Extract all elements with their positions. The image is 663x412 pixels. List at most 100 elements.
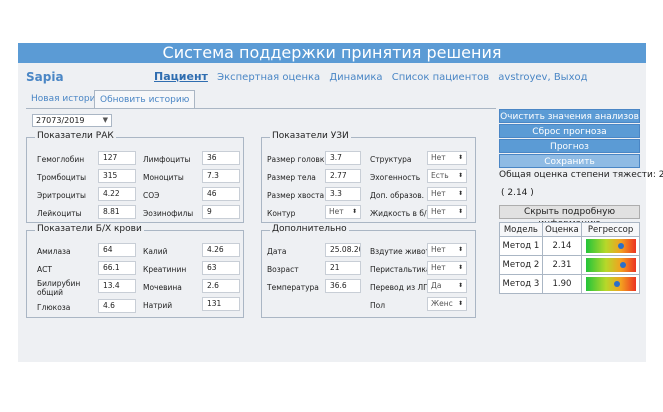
table-header-row: Модель Оценка Регрессор bbox=[499, 222, 640, 237]
sodium-input[interactable]: 131 bbox=[202, 297, 240, 311]
transfer-select[interactable]: Да ⬍ bbox=[427, 279, 467, 293]
peristalsis-select[interactable]: Нет ⬍ bbox=[427, 261, 467, 275]
lymphocytes-label: Лимфоциты bbox=[143, 155, 191, 164]
head-size-label: Размер головки bbox=[267, 155, 330, 164]
row-regressor bbox=[581, 236, 640, 256]
uzi-panel: Показатели УЗИ Размер головки 3.7 Размер… bbox=[261, 131, 476, 223]
reset-forecast-button[interactable]: Сброс прогноза bbox=[499, 124, 640, 138]
urea-input[interactable]: 2.6 bbox=[202, 279, 240, 293]
thrombocytes-input[interactable]: 315 bbox=[98, 169, 136, 183]
age-label: Возраст bbox=[267, 265, 299, 274]
updown-icon: ⬍ bbox=[457, 190, 463, 197]
glucose-label: Глюкоза bbox=[37, 303, 71, 312]
forecast-button[interactable]: Прогноз bbox=[499, 139, 640, 153]
row-model: Метод 1 bbox=[499, 236, 543, 256]
amylase-input[interactable]: 64 bbox=[98, 243, 136, 257]
nav-user-logout[interactable]: avstroyev, Выход bbox=[498, 72, 587, 83]
row-score: 2.14 bbox=[541, 236, 583, 256]
tail-size-label: Размер хвоста bbox=[267, 191, 325, 200]
nav-expert[interactable]: Экспертная оценка bbox=[217, 72, 320, 83]
nav-patient[interactable]: Пациент bbox=[154, 70, 208, 83]
severity-value: ( 2.14 ) bbox=[501, 188, 534, 198]
date-input[interactable]: 25.08.201 bbox=[325, 243, 361, 257]
transfer-label: Перевод из ЛПУ bbox=[370, 283, 434, 292]
contour-value: Нет bbox=[329, 207, 344, 216]
echogenicity-select[interactable]: Есть ⬍ bbox=[427, 169, 467, 183]
updown-icon: ⬍ bbox=[457, 208, 463, 215]
regressor-gauge bbox=[585, 258, 636, 272]
bloating-select[interactable]: Нет ⬍ bbox=[427, 243, 467, 257]
contour-label: Контур bbox=[267, 209, 296, 218]
head-size-input[interactable]: 3.7 bbox=[325, 151, 361, 165]
biochem-legend: Показатели Б/Х крови bbox=[35, 224, 144, 234]
chevron-down-icon: ▼ bbox=[102, 116, 108, 124]
clear-analyses-button[interactable]: Очистить значения анализов bbox=[499, 109, 640, 123]
hide-details-button[interactable]: Скрыть подробную информацию bbox=[499, 205, 640, 229]
contour-select[interactable]: Нет ⬍ bbox=[325, 205, 361, 219]
fluid-value: Нет bbox=[431, 207, 446, 216]
regressor-marker bbox=[619, 262, 626, 268]
creatinine-input[interactable]: 63 bbox=[202, 261, 240, 275]
page-title: Система поддержки принятия решения bbox=[18, 43, 646, 63]
save-button[interactable]: Сохранить bbox=[499, 154, 640, 168]
fluid-select[interactable]: Нет ⬍ bbox=[427, 205, 467, 219]
eosinophils-input[interactable]: 9 bbox=[202, 205, 240, 219]
uzi-legend: Показатели УЗИ bbox=[270, 131, 351, 141]
erythrocytes-label: Эритроциты bbox=[37, 191, 86, 200]
monocytes-input[interactable]: 7.3 bbox=[202, 169, 240, 183]
brand-logo[interactable]: Sapia bbox=[26, 70, 64, 84]
tab-new-history[interactable]: Новая история bbox=[26, 90, 101, 108]
bloating-value: Нет bbox=[431, 245, 446, 254]
age-input[interactable]: 21 bbox=[325, 261, 361, 275]
peristalsis-label: Перистальтика bbox=[370, 265, 431, 274]
creatinine-label: Креатинин bbox=[143, 265, 187, 274]
table-row: Метод 2 2.31 bbox=[499, 255, 640, 275]
erythrocytes-input[interactable]: 4.22 bbox=[98, 187, 136, 201]
tail-size-input[interactable]: 3.3 bbox=[325, 187, 361, 201]
date-label: Дата bbox=[267, 247, 287, 256]
hemoglobin-input[interactable]: 127 bbox=[98, 151, 136, 165]
thrombocytes-label: Тромбоциты bbox=[37, 173, 87, 182]
history-select-value: 27073/2019 bbox=[36, 116, 85, 125]
row-score: 2.31 bbox=[541, 255, 583, 275]
soe-input[interactable]: 46 bbox=[202, 187, 240, 201]
body-size-label: Размер тела bbox=[267, 173, 316, 182]
monocytes-label: Моноциты bbox=[143, 173, 184, 182]
row-model: Метод 2 bbox=[499, 255, 543, 275]
table-row: Метод 1 2.14 bbox=[499, 236, 640, 256]
tab-update-history[interactable]: Обновить историю bbox=[94, 90, 196, 109]
temperature-label: Температура bbox=[267, 283, 319, 292]
extra-formations-select[interactable]: Нет ⬍ bbox=[427, 187, 467, 201]
leukocytes-input[interactable]: 8.81 bbox=[98, 205, 136, 219]
glucose-input[interactable]: 4.6 bbox=[98, 299, 136, 313]
rak-panel: Показатели РАК Гемоглобин 127 Тромбоциты… bbox=[26, 131, 244, 223]
biochem-panel: Показатели Б/Х крови Амилаза 64 АСТ 66.1… bbox=[26, 224, 244, 318]
main-nav: Пациент Экспертная оценка Динамика Списо… bbox=[154, 70, 594, 83]
urea-label: Мочевина bbox=[143, 283, 182, 292]
structure-select[interactable]: Нет ⬍ bbox=[427, 151, 467, 165]
updown-icon: ⬍ bbox=[457, 246, 463, 253]
updown-icon: ⬍ bbox=[457, 172, 463, 179]
temperature-input[interactable]: 36.6 bbox=[325, 279, 361, 293]
nav-dynamics[interactable]: Динамика bbox=[329, 72, 382, 83]
nav-patients-list[interactable]: Список пациентов bbox=[392, 72, 489, 83]
soe-label: СОЭ bbox=[143, 191, 160, 200]
regressor-gauge bbox=[585, 239, 636, 253]
updown-icon: ⬍ bbox=[351, 208, 357, 215]
ast-input[interactable]: 66.1 bbox=[98, 261, 136, 275]
history-select[interactable]: 27073/2019 ▼ bbox=[32, 114, 112, 127]
table-row: Метод 3 1.90 bbox=[499, 274, 640, 294]
bilirubin-input[interactable]: 13.4 bbox=[98, 279, 136, 293]
row-regressor bbox=[581, 274, 640, 294]
structure-label: Структура bbox=[370, 155, 412, 164]
extra-panel: Дополнительно Дата 25.08.201 Возраст 21 … bbox=[261, 224, 476, 318]
sodium-label: Натрий bbox=[143, 301, 173, 310]
tab-divider bbox=[26, 108, 496, 109]
potassium-input[interactable]: 4.26 bbox=[202, 243, 240, 257]
lymphocytes-input[interactable]: 36 bbox=[202, 151, 240, 165]
sex-select[interactable]: Женс ⬍ bbox=[427, 297, 467, 311]
eosinophils-label: Эозинофилы bbox=[143, 209, 194, 218]
header-model: Модель bbox=[499, 222, 543, 237]
rak-legend: Показатели РАК bbox=[35, 131, 116, 141]
body-size-input[interactable]: 2.77 bbox=[325, 169, 361, 183]
